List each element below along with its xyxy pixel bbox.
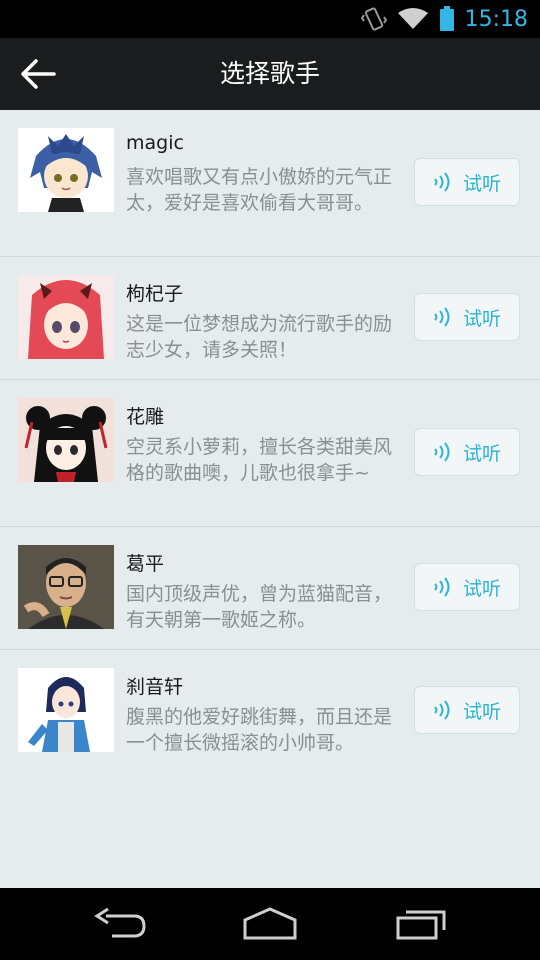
- battery-icon: [439, 6, 454, 31]
- listen-label: 试听: [462, 442, 501, 465]
- singer-row[interactable]: 刹音轩 腹黑的他爱好跳街舞，而且还是一个擅长微摇滚的小帅哥。 试听: [0, 650, 540, 772]
- singer-avatar: [18, 275, 114, 359]
- singer-name: magic: [126, 132, 184, 154]
- listen-button[interactable]: 试听: [414, 428, 520, 476]
- back-icon[interactable]: [92, 906, 148, 942]
- listen-button[interactable]: 试听: [414, 686, 520, 734]
- listen-button[interactable]: 试听: [414, 158, 520, 206]
- singer-avatar: [18, 668, 114, 752]
- singer-description: 喜欢唱歌又有点小傲娇的元气正太，爱好是喜欢偷看大哥哥。: [126, 166, 393, 214]
- recent-apps-icon[interactable]: [394, 906, 450, 942]
- sound-wave-icon: [434, 307, 450, 327]
- listen-label: 试听: [462, 172, 501, 195]
- singer-description: 国内顶级声优，曾为蓝猫配音，有天朝第一歌姬之称。: [126, 583, 393, 631]
- vibrate-icon: [360, 7, 387, 31]
- singer-row[interactable]: magic 喜欢唱歌又有点小傲娇的元气正太，爱好是喜欢偷看大哥哥。 试听: [0, 110, 540, 257]
- singer-description: 腹黑的他爱好跳街舞，而且还是一个擅长微摇滚的小帅哥。: [126, 706, 393, 754]
- page-title: 选择歌手: [219, 59, 320, 88]
- singer-description: 空灵系小萝莉，擅长各类甜美风格的歌曲噢，儿歌也很拿手~: [126, 436, 393, 484]
- singer-name: 刹音轩: [126, 676, 184, 698]
- sound-wave-icon: [434, 442, 450, 462]
- clock: 15:18: [464, 6, 528, 32]
- listen-label: 试听: [462, 700, 501, 723]
- singer-row[interactable]: 葛平 国内顶级声优，曾为蓝猫配音，有天朝第一歌姬之称。 试听: [0, 527, 540, 650]
- singer-avatar: [18, 128, 114, 212]
- navigation-bar: [0, 888, 540, 960]
- singer-avatar: [18, 545, 114, 629]
- singer-name: 枸杞子: [126, 283, 184, 305]
- singer-description: 这是一位梦想成为流行歌手的励志少女，请多关照！: [126, 313, 393, 361]
- wifi-icon: [397, 8, 428, 29]
- listen-button[interactable]: 试听: [414, 293, 520, 341]
- home-icon[interactable]: [242, 906, 298, 942]
- singer-name: 花雕: [126, 406, 165, 428]
- app-bar: 选择歌手: [0, 38, 540, 110]
- listen-label: 试听: [462, 577, 501, 600]
- sound-wave-icon: [434, 700, 450, 720]
- singer-list: magic 喜欢唱歌又有点小傲娇的元气正太，爱好是喜欢偷看大哥哥。 试听 枸杞子…: [0, 110, 540, 772]
- status-bar: 15:18: [0, 0, 540, 38]
- sound-wave-icon: [434, 577, 450, 597]
- listen-label: 试听: [462, 307, 501, 330]
- singer-name: 葛平: [126, 553, 165, 575]
- singer-avatar: [18, 398, 114, 482]
- sound-wave-icon: [434, 172, 450, 192]
- singer-row[interactable]: 枸杞子 这是一位梦想成为流行歌手的励志少女，请多关照！ 试听: [0, 257, 540, 380]
- singer-row[interactable]: 花雕 空灵系小萝莉，擅长各类甜美风格的歌曲噢，儿歌也很拿手~ 试听: [0, 380, 540, 527]
- listen-button[interactable]: 试听: [414, 563, 520, 611]
